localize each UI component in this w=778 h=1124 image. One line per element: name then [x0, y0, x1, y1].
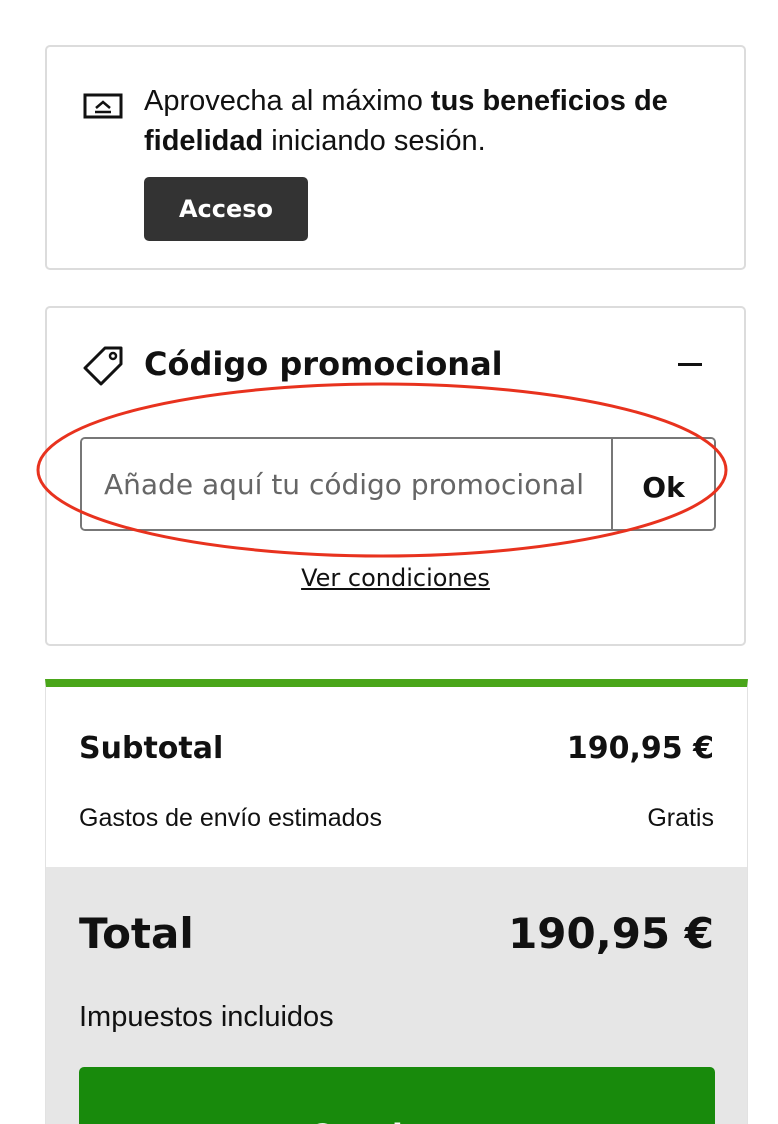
tax-note: Impuestos incluidos	[79, 1001, 334, 1033]
shipping-value: Gratis	[647, 804, 714, 832]
login-button[interactable]: Acceso	[144, 177, 308, 241]
summary-subtotals: Subtotal 190,95 € Gastos de envío estima…	[46, 687, 747, 867]
subtotal-value: 190,95 €	[566, 731, 714, 766]
promo-code-title: Código promocional	[144, 345, 503, 383]
continue-button[interactable]: Continuar	[79, 1067, 715, 1124]
checkout-sidebar: Aprovecha al máximo tus beneficios de fi…	[0, 0, 778, 1124]
promo-code-input[interactable]	[82, 439, 611, 529]
promo-code-input-group: Ok	[80, 437, 716, 531]
total-value: 190,95 €	[508, 909, 714, 958]
minus-icon	[678, 362, 702, 366]
collapse-promo-button[interactable]	[676, 350, 704, 378]
summary-total: Total 190,95 € Impuestos incluidos Conti…	[46, 867, 747, 1124]
subtotal-label: Subtotal	[79, 731, 224, 766]
apply-promo-button[interactable]: Ok	[611, 439, 714, 529]
loyalty-card: Aprovecha al máximo tus beneficios de fi…	[45, 45, 746, 270]
loyalty-message: Aprovecha al máximo tus beneficios de fi…	[144, 85, 668, 157]
login-arrow-icon	[83, 93, 123, 119]
view-conditions-link[interactable]: Ver condiciones	[47, 564, 744, 592]
shipping-label: Gastos de envío estimados	[79, 804, 382, 832]
order-summary: Subtotal 190,95 € Gastos de envío estima…	[45, 679, 748, 1124]
total-label: Total	[79, 909, 194, 958]
promo-code-card: Código promocional Ok Ver condiciones	[45, 306, 746, 646]
tag-icon	[83, 346, 123, 386]
